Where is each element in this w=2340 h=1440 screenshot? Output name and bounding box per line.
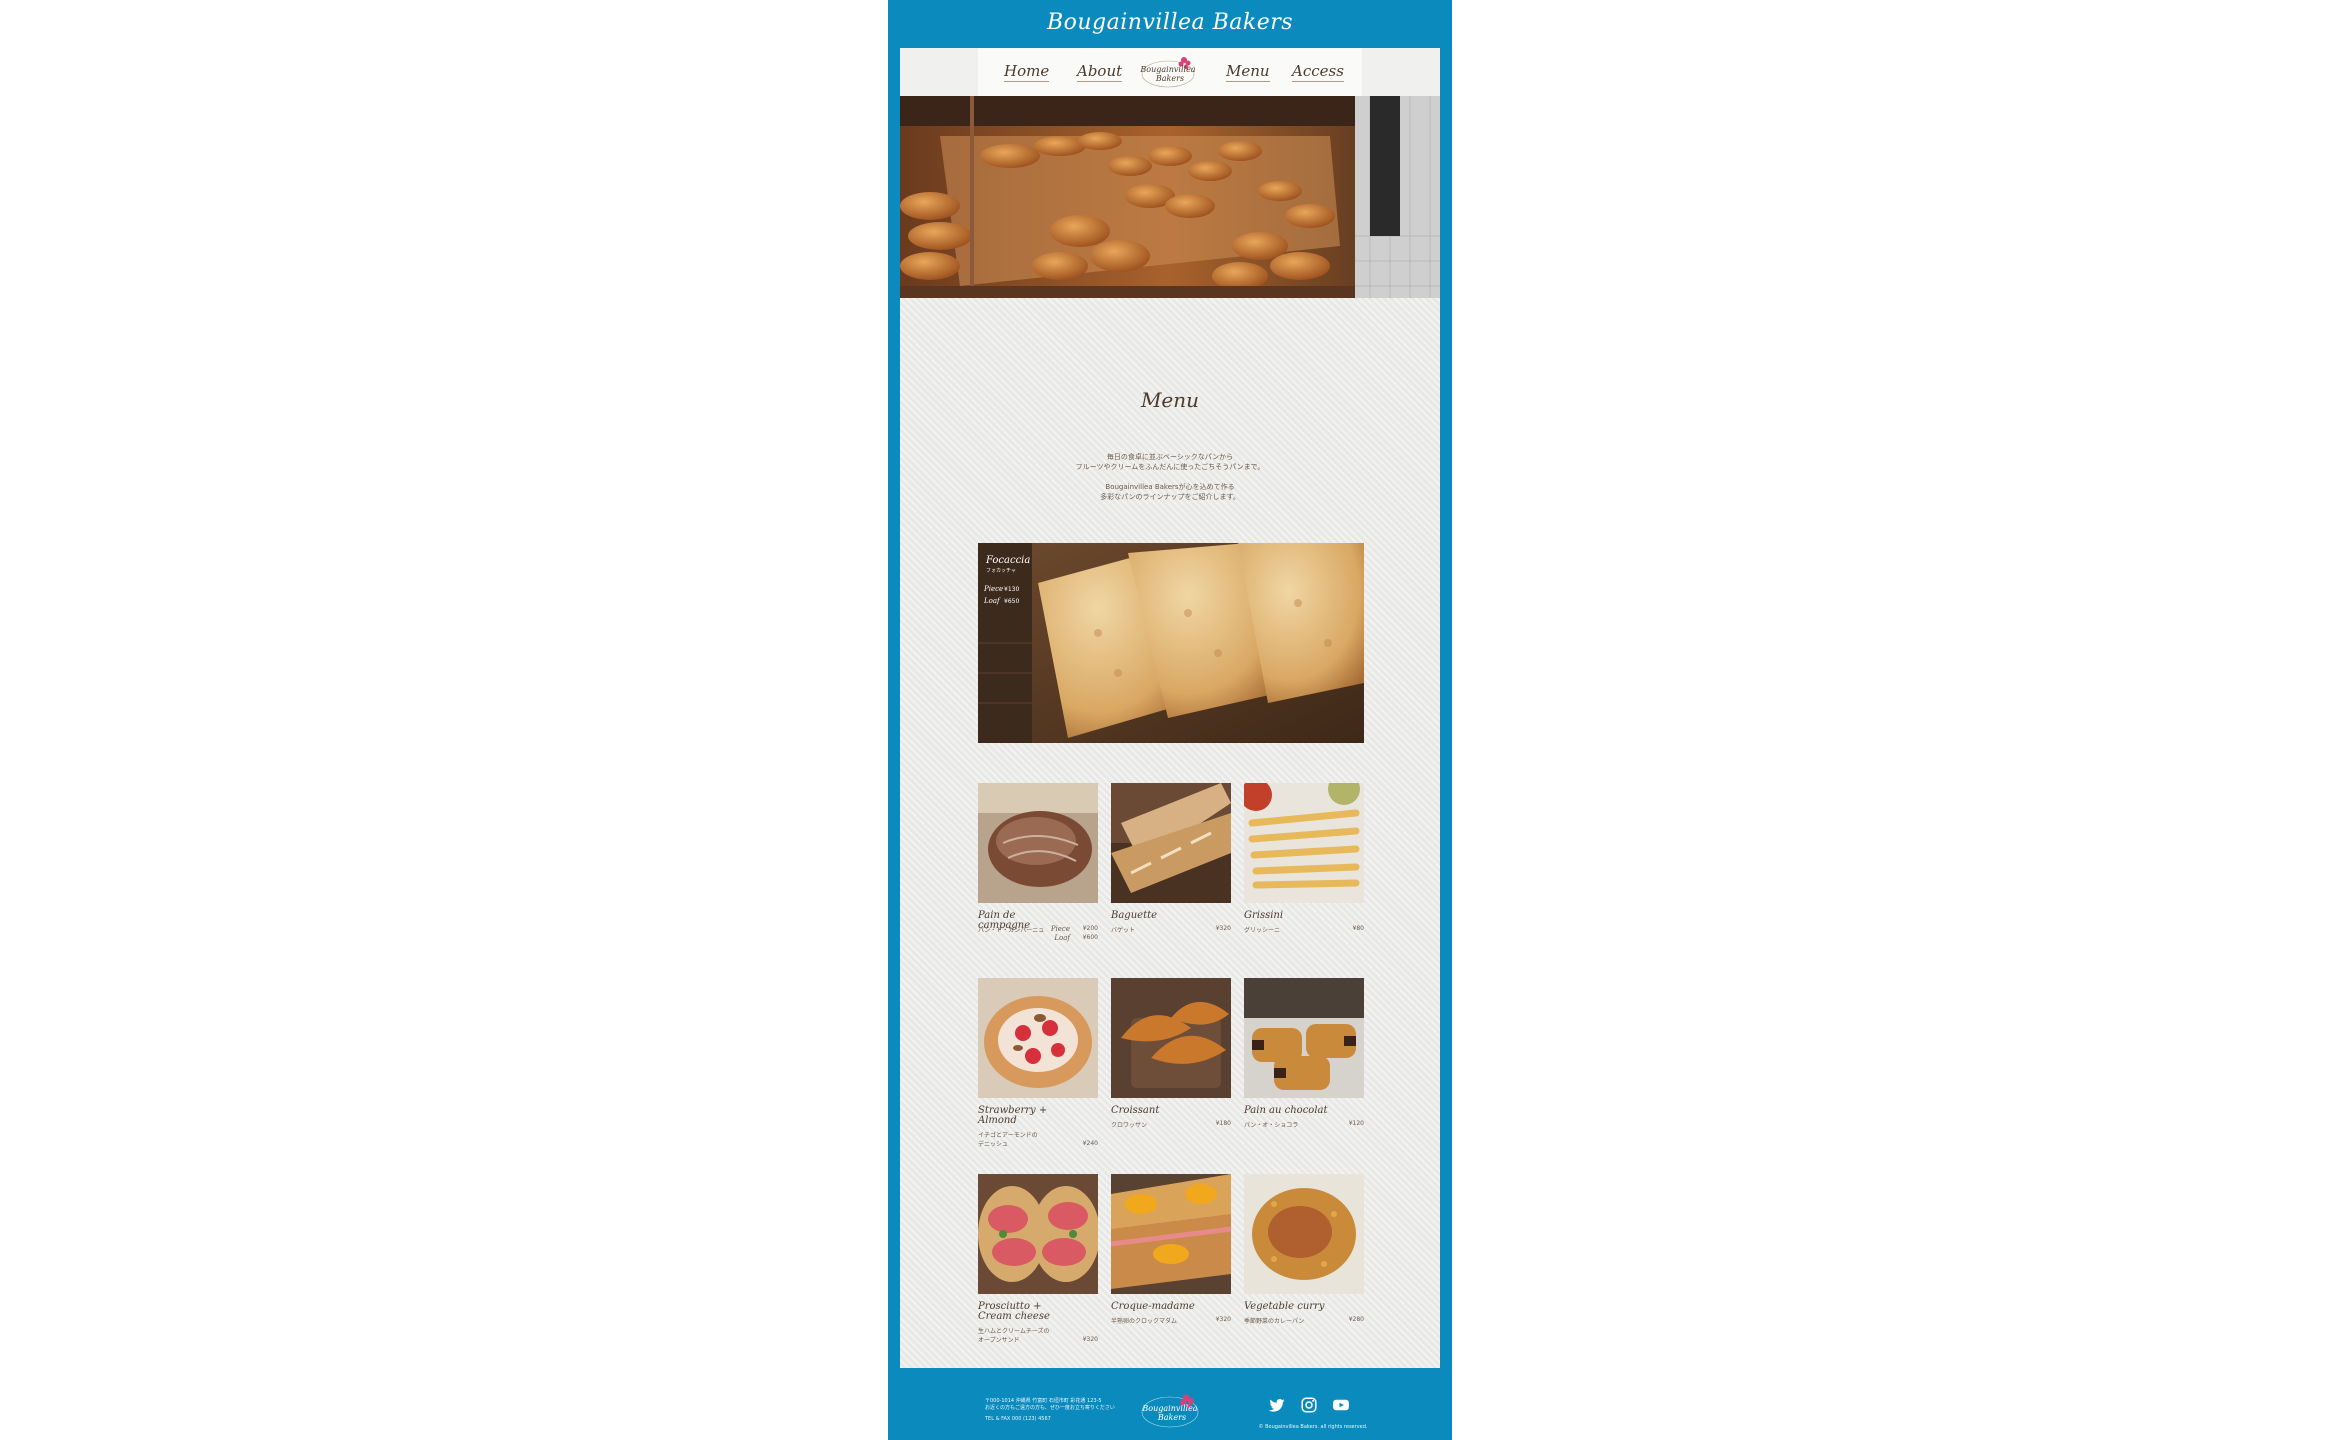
item-price: ¥200 [1082,925,1098,932]
item-price: ¥320 [1082,1336,1098,1343]
featured-loaf-price: ¥650 [1004,598,1019,605]
nav-bar: Home About Bougainvillea Bakers Menu Acc… [978,48,1362,96]
menu-item-card[interactable]: Vegetable curry 季節野菜のカレーパン ¥280 [1244,1174,1364,1325]
page-frame: Bougainvillea Bakers Home About Bougainv… [888,0,1452,1440]
item-jp-name: パン・オ・ショコラ [1244,1122,1299,1129]
twitter-icon[interactable] [1268,1396,1286,1414]
menu-intro: 毎日の食卓に並ぶベーシックなパンからフルーツやクリームをふんだんに使ったごちそう… [900,452,1440,512]
nav-logo-line2: Bakers [1155,74,1184,83]
copyright: © Bougainvillea Bakers. all rights reser… [1258,1424,1368,1430]
item-price: ¥240 [1082,1140,1098,1147]
menu-item-card[interactable]: Grissini グリッシーニ ¥80 [1244,783,1364,934]
item-jp-name: クロワッサン [1111,1122,1148,1129]
featured-name: Focaccia [985,555,1030,566]
item-jp-name: グリッシーニ [1244,927,1281,934]
menu-item-card[interactable]: Croissant クロワッサン ¥180 [1111,978,1231,1129]
nav-access[interactable]: Access [1292,62,1344,82]
menu-item-card[interactable]: Strawberry + Almond イチゴとアーモンドの デニッシュ ¥24… [978,978,1098,1148]
item-price-label: Piece [1050,925,1070,933]
featured-piece-price: ¥130 [1004,586,1019,593]
pain-de-campagne-image [978,783,1098,903]
item-name: Strawberry + Almond [978,1105,1048,1126]
item-jp-name: デニッシュ [978,1141,1009,1148]
item-price: ¥600 [1082,934,1098,941]
item-price: ¥120 [1348,1120,1364,1127]
intro-line: Bougainvillea Bakersが心を込めて作る [1105,483,1235,491]
item-price-label: Loaf [1054,934,1070,942]
featured-jp: フォカッチャ [986,568,1016,574]
youtube-icon[interactable] [1332,1396,1350,1414]
intro-paragraph-2: Bougainvillea Bakersが心を込めて作る 多彩なパンのラインナップ… [900,482,1440,502]
featured-loaf-label: Loaf [983,597,1001,605]
nav-menu[interactable]: Menu [1226,62,1270,82]
item-price: ¥320 [1215,925,1231,932]
site-title[interactable]: Bougainvillea Bakers [888,10,1452,35]
item-price: ¥320 [1215,1316,1231,1323]
item-name: Prosciutto + Cream cheese [978,1301,1050,1322]
intro-paragraph-1: 毎日の食卓に並ぶベーシックなパンからフルーツやクリームをふんだんに使ったごちそう… [900,452,1440,472]
item-name: Croissant [1111,1105,1160,1116]
footer-logo-line1: Bougainvillea [1141,1404,1197,1413]
baguette-image [1111,783,1231,903]
menu-item-card[interactable]: Pain au chocolat パン・オ・ショコラ ¥120 [1244,978,1364,1129]
item-name: Baguette [1111,910,1158,921]
croque-madame-image [1111,1174,1231,1294]
nav-about[interactable]: About [1077,62,1123,82]
item-jp-name: 季節野菜のカレーパン [1244,1318,1305,1325]
croissant-image [1111,978,1231,1098]
menu-item-card[interactable]: Prosciutto + Cream cheese 生ハムとクリームチーズの オ… [978,1174,1098,1344]
intro-line: フルーツやクリームをふんだんに使ったごちそうパンまで。 [1075,463,1265,471]
grissini-image [1244,783,1364,903]
item-jp-name: 半熟卵のクロックマダム [1111,1318,1178,1325]
menu-heading: Menu [1140,388,1200,412]
item-price: ¥80 [1352,925,1364,932]
address-line: 〒000-1014 沖縄県 竹富町 石垣市町 彩花通 123-5 [985,1398,1102,1404]
item-price: ¥180 [1215,1120,1231,1127]
footer-logo-line2: Bakers [1157,1413,1186,1422]
footer-address: 〒000-1014 沖縄県 竹富町 石垣市町 彩花通 123-5 お近くの方もご… [985,1398,1135,1423]
featured-piece-label: Piece [983,585,1003,593]
strawberry-almond-image [978,978,1098,1098]
intro-line: 毎日の食卓に並ぶベーシックなパンから [1106,453,1234,461]
address-line: お近くの方もご遠方の方も、ぜひ一度お立ち寄りください [985,1405,1115,1411]
menu-item-card[interactable]: Croque-madame 半熟卵のクロックマダム ¥320 [1111,1174,1231,1325]
item-name: Vegetable curry [1244,1301,1325,1312]
item-jp-name: 生ハムとクリームチーズの [978,1328,1050,1335]
menu-item-card[interactable]: Baguette バゲット ¥320 [1111,783,1231,934]
featured-focaccia[interactable]: Focaccia フォカッチャ Piece ¥130 Loaf ¥650 [978,543,1364,743]
vegetable-curry-image [1244,1174,1364,1294]
item-name: Grissini [1244,910,1284,921]
menu-item-card[interactable]: Pain de campagne パン・ド・カンパーニュ Piece ¥200 … [978,783,1098,942]
item-name: Pain au chocolat [1244,1105,1328,1116]
pain-au-chocolat-image [1244,978,1364,1098]
footer: 〒000-1014 沖縄県 竹富町 石垣市町 彩花通 123-5 お近くの方もご… [888,1368,1452,1440]
main-nav: Home About Bougainvillea Bakers Menu Acc… [900,48,1440,96]
instagram-icon[interactable] [1300,1396,1318,1414]
item-jp-name: バゲット [1111,927,1136,934]
prosciutto-cream-cheese-image [978,1174,1098,1294]
bougainvillea-logo-icon: Bougainvillea Bakers [1141,1394,1199,1428]
footer-logo[interactable]: Bougainvillea Bakers [1138,1390,1202,1430]
item-jp-name: イチゴとアーモンドの [978,1132,1038,1139]
phone-line: TEL & FAX 000 (123) 4567 [985,1416,1051,1422]
nav-logo[interactable]: Bougainvillea Bakers [1138,54,1198,90]
hero-image [900,96,1440,298]
item-jp-name: オープンサンド [978,1337,1020,1344]
intro-line: 多彩なパンのラインナップをご紹介します。 [1100,493,1240,501]
content-panel: Home About Bougainvillea Bakers Menu Acc… [900,48,1440,1368]
nav-logo-line1: Bougainvillea [1139,65,1195,74]
item-name: Croque-madame [1111,1301,1195,1312]
bougainvillea-logo-icon: Bougainvillea Bakers [1139,57,1196,88]
item-price: ¥280 [1348,1316,1364,1323]
nav-home[interactable]: Home [1004,62,1050,82]
